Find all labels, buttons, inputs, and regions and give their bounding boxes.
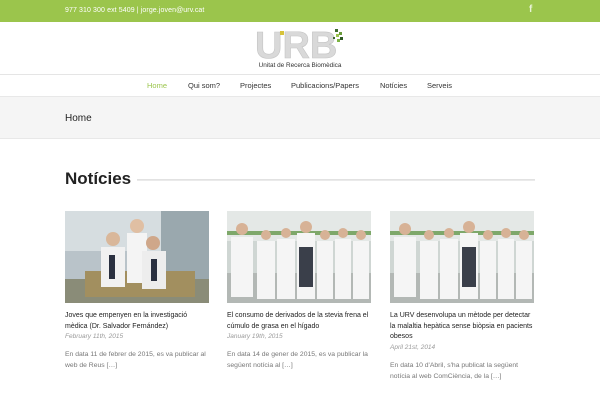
post-excerpt: En data 14 de gener de 2015, es va publi… bbox=[227, 351, 368, 369]
page-title: Home bbox=[65, 113, 92, 124]
post-thumbnail[interactable] bbox=[65, 211, 209, 303]
post-date: April 21st, 2014 bbox=[390, 343, 436, 351]
page-title-bar: Home bbox=[0, 96, 600, 139]
post-title[interactable]: La URV desenvolupa un mètode per detecta… bbox=[390, 311, 534, 343]
news-post: Joves que empenyen en la investigació mè… bbox=[65, 211, 209, 371]
post-photo bbox=[227, 211, 371, 303]
post-thumbnail[interactable] bbox=[390, 211, 534, 303]
logo-mark: URB bbox=[255, 27, 343, 61]
facebook-icon[interactable]: f bbox=[529, 4, 532, 15]
nav-item-qui-som[interactable]: Qui som? bbox=[188, 81, 220, 90]
post-thumbnail[interactable] bbox=[227, 211, 371, 303]
post-title[interactable]: Joves que empenyen en la investigació mè… bbox=[65, 311, 209, 332]
site-header: URB Unitat de Recerca Biomèdica bbox=[0, 22, 600, 75]
nav-item-noticies[interactable]: Notícies bbox=[380, 81, 407, 90]
post-excerpt: En data 10 d'Abril, s'ha publicat la seg… bbox=[390, 361, 519, 380]
section-title: Notícies bbox=[65, 169, 132, 188]
contact-info: 977 310 300 ext 5409 | jorge.joven@urv.c… bbox=[65, 7, 205, 14]
section-divider bbox=[137, 179, 535, 181]
post-photo bbox=[65, 211, 209, 303]
main-nav: Home Qui som? Projectes Publicacions/Pap… bbox=[0, 76, 600, 96]
nav-item-home[interactable]: Home bbox=[147, 81, 167, 90]
nav-item-serveis[interactable]: Serveis bbox=[427, 81, 452, 90]
post-date: January 19th, 2015 bbox=[227, 333, 283, 340]
post-title[interactable]: El consumo de derivados de la stevia fre… bbox=[227, 311, 371, 332]
site-logo[interactable]: URB Unitat de Recerca Biomèdica bbox=[250, 27, 350, 71]
nav-item-publicacions[interactable]: Publicacions/Papers bbox=[291, 81, 359, 90]
news-post: El consumo de derivados de la stevia fre… bbox=[227, 211, 371, 371]
post-photo bbox=[390, 211, 534, 303]
svg-text:URB: URB bbox=[255, 27, 337, 61]
logo-text: Unitat de Recerca Biomèdica bbox=[258, 62, 342, 69]
top-bar: 977 310 300 ext 5409 | jorge.joven@urv.c… bbox=[0, 0, 600, 22]
nav-item-projectes[interactable]: Projectes bbox=[240, 81, 271, 90]
post-date: February 11th, 2015 bbox=[65, 333, 124, 340]
news-post: La URV desenvolupa un mètode per detecta… bbox=[390, 211, 534, 382]
post-excerpt: En data 11 de febrer de 2015, es va publ… bbox=[65, 351, 206, 369]
